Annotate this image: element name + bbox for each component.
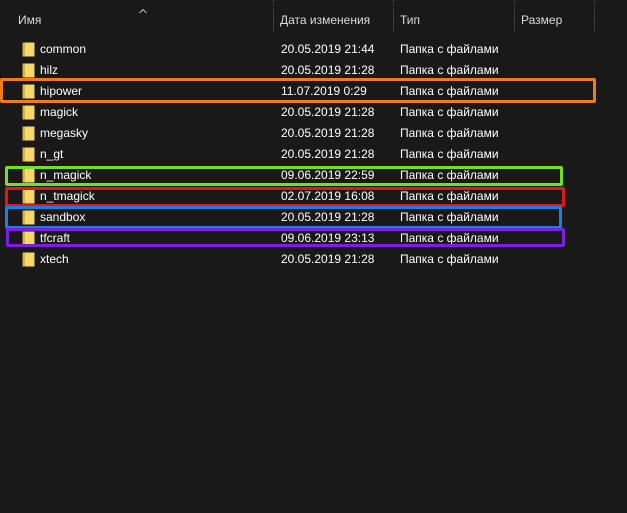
folder-icon (22, 147, 35, 162)
folder-icon (22, 42, 35, 57)
folder-icon (22, 84, 35, 99)
file-name: hipower (40, 84, 83, 98)
file-type: Папка с файлами (400, 189, 499, 203)
file-date: 20.05.2019 21:28 (281, 252, 375, 266)
file-type: Папка с файлами (400, 105, 499, 119)
file-date: 02.07.2019 16:08 (281, 189, 375, 203)
file-type: Папка с файлами (400, 210, 499, 224)
file-list: common 20.05.2019 21:44 Папка с файлами … (0, 39, 627, 270)
file-name: common (40, 42, 87, 56)
list-item[interactable]: sandbox 20.05.2019 21:28 Папка с файлами (0, 207, 627, 228)
column-header-size-label: Размер (521, 13, 563, 27)
list-item[interactable]: common 20.05.2019 21:44 Папка с файлами (0, 39, 627, 60)
file-date: 20.05.2019 21:28 (281, 147, 375, 161)
file-type: Папка с файлами (400, 42, 499, 56)
file-date: 11.07.2019 0:29 (281, 84, 367, 98)
file-explorer: Имя Дата изменения Тип Размер common 20.… (0, 0, 627, 513)
list-item[interactable]: magick 20.05.2019 21:28 Папка с файлами (0, 102, 627, 123)
column-header-size[interactable]: Размер (515, 6, 594, 34)
list-item[interactable]: n_gt 20.05.2019 21:28 Папка с файлами (0, 144, 627, 165)
folder-icon (22, 189, 35, 204)
folder-icon (22, 210, 35, 225)
list-item[interactable]: megasky 20.05.2019 21:28 Папка с файлами (0, 123, 627, 144)
file-name: tfcraft (40, 231, 71, 245)
file-date: 20.05.2019 21:28 (281, 105, 375, 119)
column-header-date-label: Дата изменения (280, 13, 371, 27)
file-name: n_gt (40, 147, 64, 161)
folder-icon (22, 63, 35, 78)
folder-icon (22, 231, 35, 246)
file-type: Папка с файлами (400, 231, 499, 245)
column-header-type-label: Тип (400, 13, 421, 27)
file-name: magick (40, 105, 79, 119)
list-item[interactable]: hipower 11.07.2019 0:29 Папка с файлами (0, 81, 627, 102)
column-separator[interactable] (594, 9, 595, 31)
list-item[interactable]: hilz 20.05.2019 21:28 Папка с файлами (0, 60, 627, 81)
file-name: sandbox (40, 210, 86, 224)
folder-icon (22, 168, 35, 183)
list-item[interactable]: n_tmagick 02.07.2019 16:08 Папка с файла… (0, 186, 627, 207)
file-name: n_tmagick (40, 189, 95, 203)
file-type: Папка с файлами (400, 126, 499, 140)
folder-icon (22, 126, 35, 141)
file-date: 20.05.2019 21:44 (281, 42, 375, 56)
file-type: Папка с файлами (400, 252, 499, 266)
column-header: Имя Дата изменения Тип Размер (0, 6, 627, 34)
list-item[interactable]: xtech 20.05.2019 21:28 Папка с файлами (0, 249, 627, 270)
file-date: 20.05.2019 21:28 (281, 210, 375, 224)
file-type: Папка с файлами (400, 63, 499, 77)
column-header-name[interactable]: Имя (12, 6, 272, 34)
file-date: 09.06.2019 23:13 (281, 231, 375, 245)
column-header-name-label: Имя (18, 13, 42, 27)
list-item[interactable]: tfcraft 09.06.2019 23:13 Папка с файлами (0, 228, 627, 249)
file-name: n_magick (40, 168, 92, 182)
folder-icon (22, 252, 35, 267)
file-type: Папка с файлами (400, 84, 499, 98)
file-type: Папка с файлами (400, 147, 499, 161)
file-date: 20.05.2019 21:28 (281, 63, 375, 77)
file-name: xtech (40, 252, 69, 266)
column-header-date[interactable]: Дата изменения (274, 6, 393, 34)
column-header-type[interactable]: Тип (394, 6, 514, 34)
folder-icon (22, 105, 35, 120)
file-type: Папка с файлами (400, 168, 499, 182)
list-item[interactable]: n_magick 09.06.2019 22:59 Папка с файлам… (0, 165, 627, 186)
file-date: 20.05.2019 21:28 (281, 126, 375, 140)
file-name: hilz (40, 63, 59, 77)
file-name: megasky (40, 126, 89, 140)
file-date: 09.06.2019 22:59 (281, 168, 375, 182)
